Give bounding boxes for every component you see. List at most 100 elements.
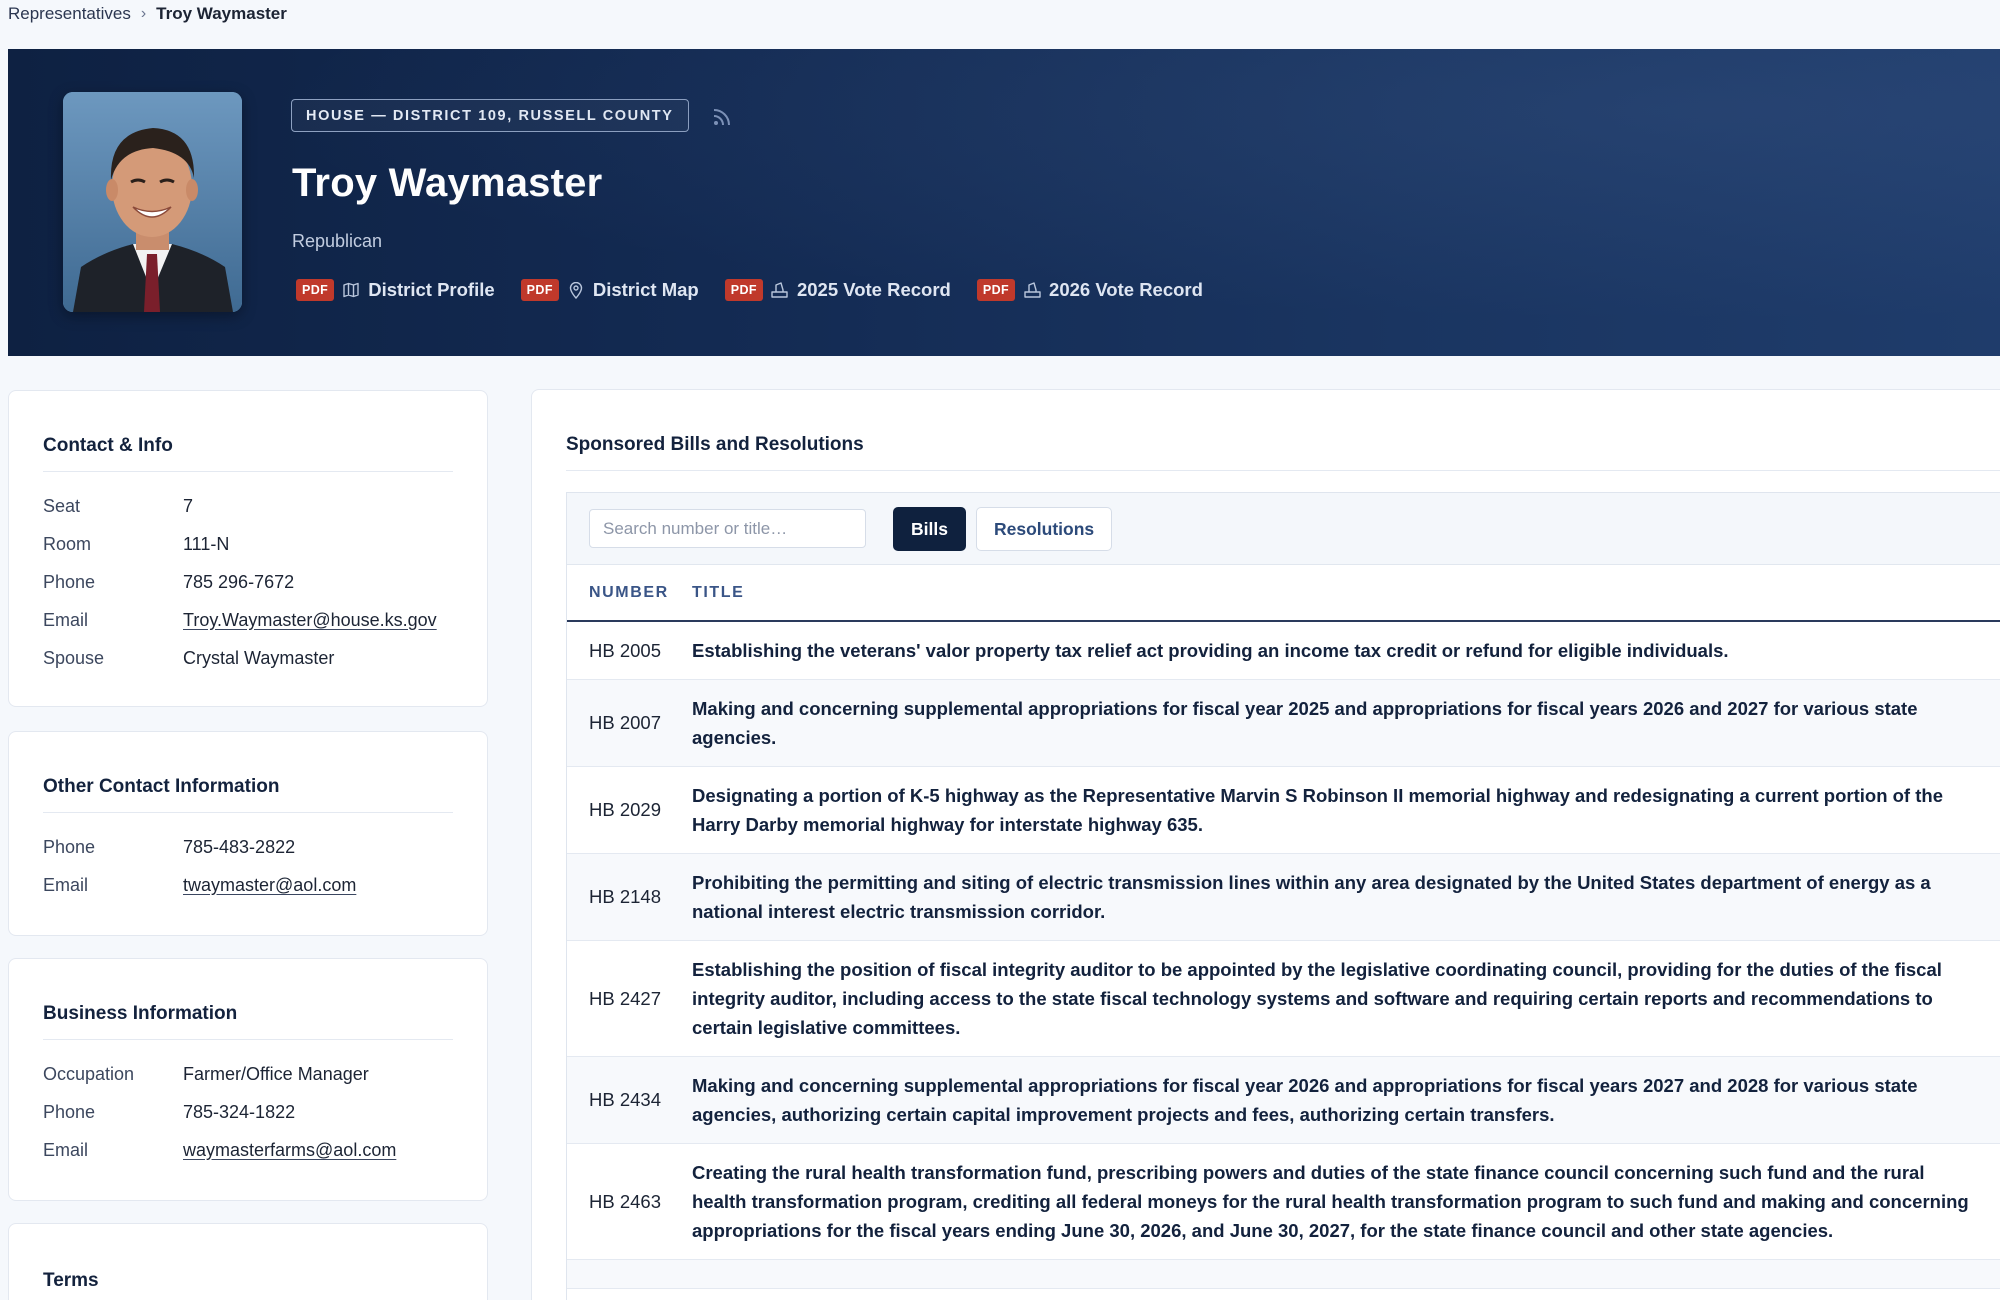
bill-number: HB 2005 (589, 639, 661, 661)
info-label: Phone (43, 1101, 96, 1122)
bill-search-input[interactable] (589, 509, 866, 548)
bill-number: HB 2434 (589, 1089, 661, 1110)
bills-toolbar: Bills Resolutions (567, 493, 2000, 565)
profile-header: HOUSE — DISTRICT 109, RUSSELL COUNTY Tro… (8, 49, 2000, 356)
table-row[interactable]: HB 2005 Establishing the veterans' valor… (567, 621, 2000, 680)
bill-number: HB 2427 (589, 987, 661, 1009)
district-map-label: District Map (592, 279, 699, 300)
divider (43, 471, 453, 472)
chamber-district-badge: HOUSE — DISTRICT 109, RUSSELL COUNTY (291, 99, 689, 132)
info-row-seat: Seat 7 (43, 487, 467, 525)
representative-portrait (63, 92, 242, 312)
bill-title: Creating the rural health transformation… (692, 1162, 1969, 1241)
ballot-icon (771, 281, 789, 299)
table-row[interactable] (567, 1259, 2000, 1289)
bill-number: HB 2148 (589, 886, 661, 907)
table-header-row: NUMBER TITLE (567, 565, 2000, 622)
bill-title: Establishing the position of fiscal inte… (692, 959, 1942, 1038)
info-value: 111-N (183, 533, 230, 554)
bill-title (692, 1260, 2000, 1289)
business-info-list: Occupation Farmer/Office Manager Phone 7… (43, 1055, 467, 1169)
district-profile-link[interactable]: PDF District Profile (296, 279, 495, 301)
email-link[interactable]: twaymaster@aol.com (183, 875, 356, 896)
sponsored-bills-panel: Sponsored Bills and Resolutions Bills Re… (531, 389, 2000, 1300)
info-row-phone: Phone 785-324-1822 (43, 1093, 467, 1131)
pdf-badge: PDF (296, 279, 335, 301)
business-info-title: Business Information (43, 1003, 238, 1024)
bill-number: HB 2029 (589, 799, 661, 820)
info-value: 785-483-2822 (183, 836, 296, 857)
info-row-email: Email twaymaster@aol.com (43, 866, 467, 904)
district-map-link[interactable]: PDF District Map (520, 279, 699, 301)
info-row-email: Email waymasterfarms@aol.com (43, 1131, 467, 1169)
table-row[interactable]: HB 2148 Prohibiting the permitting and s… (567, 853, 2000, 941)
info-label: Email (43, 874, 89, 895)
breadcrumb-current: Troy Waymaster (156, 4, 287, 23)
business-info-card: Business Information Occupation Farmer/O… (8, 958, 488, 1201)
divider (43, 812, 453, 813)
email-link[interactable]: waymasterfarms@aol.com (183, 1140, 396, 1161)
contact-info-title: Contact & Info (43, 435, 173, 456)
info-label: Email (43, 609, 89, 630)
other-contact-card: Other Contact Information Phone 785-483-… (8, 731, 488, 936)
breadcrumb-link-representatives[interactable]: Representatives (8, 4, 131, 24)
breadcrumb-separator: › (140, 5, 147, 22)
other-contact-title: Other Contact Information (43, 776, 280, 797)
pdf-badge: PDF (724, 279, 763, 301)
contact-info-list: Seat 7 Room 111-N Phone 785 296-7672 Ema… (43, 487, 467, 677)
divider (43, 1039, 453, 1040)
info-label: Room (43, 533, 92, 554)
info-label: Occupation (43, 1063, 135, 1084)
location-pin-icon (567, 281, 585, 299)
email-link[interactable]: Troy.Waymaster@house.ks.gov (183, 610, 437, 631)
info-label: Seat (43, 495, 81, 516)
bill-title: Designating a portion of K-5 highway as … (692, 785, 1943, 835)
info-row-spouse: Spouse Crystal Waymaster (43, 639, 467, 677)
info-row-occupation: Occupation Farmer/Office Manager (43, 1055, 467, 1093)
table-row[interactable]: HB 2434 Making and concerning supplement… (567, 1056, 2000, 1144)
pdf-badge: PDF (520, 279, 559, 301)
vote-record-2026-link[interactable]: PDF 2026 Vote Record (976, 279, 1203, 301)
info-label: Spouse (43, 647, 105, 668)
district-profile-label: District Profile (368, 279, 495, 300)
tab-bills[interactable]: Bills (893, 507, 966, 551)
info-row-phone: Phone 785-483-2822 (43, 828, 467, 866)
info-label: Phone (43, 836, 96, 857)
rss-feed-icon[interactable] (711, 106, 733, 128)
info-value: Farmer/Office Manager (183, 1063, 369, 1084)
table-row[interactable]: HB 2463 Creating the rural health transf… (567, 1144, 2000, 1260)
breadcrumb: Representatives › Troy Waymaster (8, 3, 287, 25)
contact-info-card: Contact & Info Seat 7 Room 111-N Phone 7… (8, 390, 488, 707)
bills-table: NUMBER TITLE HB 2005 Establishing the ve… (567, 565, 2000, 1289)
bill-title: Making and concerning supplemental appro… (692, 698, 1918, 748)
vote-record-2025-label: 2025 Vote Record (796, 279, 951, 300)
info-row-phone: Phone 785 296-7672 (43, 563, 467, 601)
info-label: Phone (43, 571, 96, 592)
column-header-title[interactable]: TITLE (692, 565, 2000, 622)
info-value: Crystal Waymaster (183, 647, 335, 668)
info-row-room: Room 111-N (43, 525, 467, 563)
table-row[interactable]: HB 2007 Making and concerning supplement… (567, 679, 2000, 767)
other-contact-list: Phone 785-483-2822 Email twaymaster@aol.… (43, 828, 467, 904)
sponsored-bills-title: Sponsored Bills and Resolutions (566, 434, 864, 455)
info-label: Email (43, 1139, 89, 1160)
bill-title: Prohibiting the permitting and siting of… (692, 872, 1931, 922)
bills-table-container: Bills Resolutions NUMBER TITLE HB 2005 E… (566, 492, 2000, 1300)
bill-number: HB 2463 (589, 1190, 661, 1212)
document-links: PDF District Profile PDF District Map PD… (296, 277, 1203, 303)
table-row[interactable]: HB 2427 Establishing the position of fis… (567, 941, 2000, 1057)
bill-title: Making and concerning supplemental appro… (692, 1075, 1918, 1125)
info-value: 785 296-7672 (183, 571, 295, 592)
column-header-number[interactable]: NUMBER (567, 565, 692, 622)
bill-title: Establishing the veterans' valor propert… (692, 640, 1729, 661)
table-row[interactable]: HB 2029 Designating a portion of K-5 hig… (567, 767, 2000, 854)
info-value: 7 (183, 495, 194, 516)
info-value: 785-324-1822 (183, 1101, 296, 1122)
terms-title: Terms (43, 1270, 99, 1291)
bill-number (567, 1260, 692, 1289)
tab-resolutions[interactable]: Resolutions (976, 507, 1113, 551)
vote-record-2026-label: 2026 Vote Record (1049, 279, 1203, 300)
vote-record-2025-link[interactable]: PDF 2025 Vote Record (724, 279, 951, 301)
bill-number: HB 2007 (589, 712, 661, 733)
divider (566, 470, 2000, 471)
